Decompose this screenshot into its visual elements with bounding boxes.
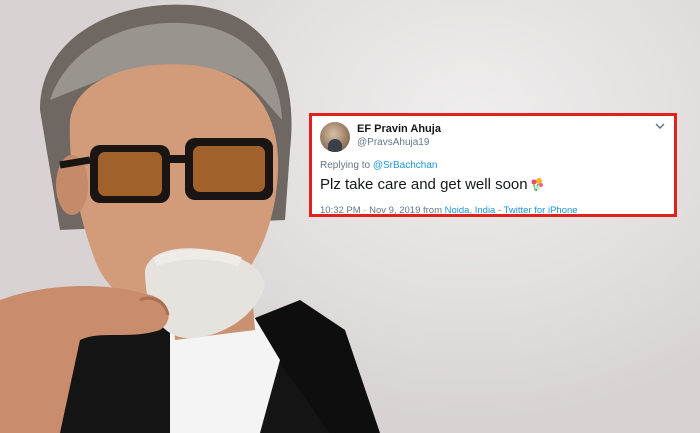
tweet-date[interactable]: Nov 9, 2019 (369, 205, 420, 216)
tweet-meta: 10:32 PM · Nov 9, 2019 from Noida, India… (320, 205, 578, 216)
replying-to-link[interactable]: @SrBachchan (373, 160, 438, 171)
replying-prefix: Replying to (320, 160, 373, 171)
tweet-body: Plz take care and get well soon (320, 176, 528, 193)
replying-to-line: Replying to @SrBachchan (320, 160, 437, 171)
user-handle[interactable]: @PravsAhuja19 (357, 137, 429, 148)
flower-bouquet-icon (529, 176, 545, 196)
tweet-card[interactable]: EF Pravin Ahuja @PravsAhuja19 Replying t… (309, 113, 677, 217)
chevron-down-icon[interactable] (655, 122, 665, 133)
tweet-text: Plz take care and get well soon (320, 176, 545, 196)
avatar[interactable] (320, 122, 350, 152)
meta-separator: · (360, 205, 370, 216)
tweet-location[interactable]: Noida, India (445, 205, 496, 216)
meta-dash: - (495, 205, 504, 216)
display-name[interactable]: EF Pravin Ahuja (357, 123, 441, 135)
tweet-time[interactable]: 10:32 PM (320, 205, 361, 216)
meta-from: from (420, 205, 445, 216)
tweet-source[interactable]: Twitter for iPhone (504, 205, 578, 216)
